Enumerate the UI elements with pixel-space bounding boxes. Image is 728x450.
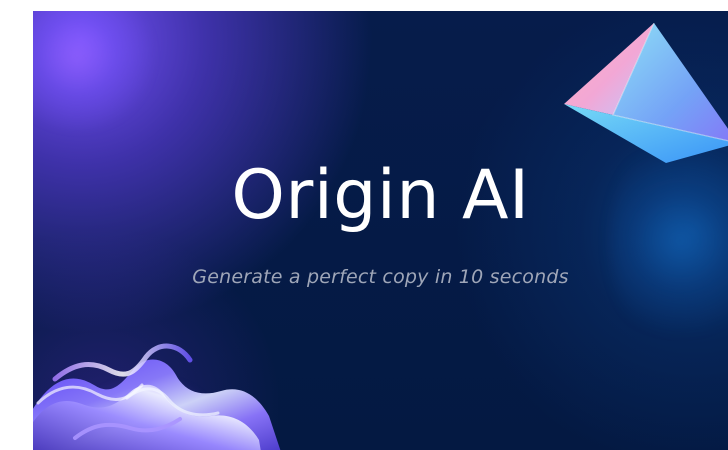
iridescent-swirl [33,343,281,450]
page: Origin AI Generate a perfect copy in 10 … [0,0,728,450]
hero-title: Origin AI [231,156,530,235]
pyramid-shape [564,23,728,163]
hero-banner: Origin AI Generate a perfect copy in 10 … [33,11,728,450]
top-left-glow [33,11,157,131]
hero-subtitle: Generate a perfect copy in 10 seconds [192,266,569,288]
